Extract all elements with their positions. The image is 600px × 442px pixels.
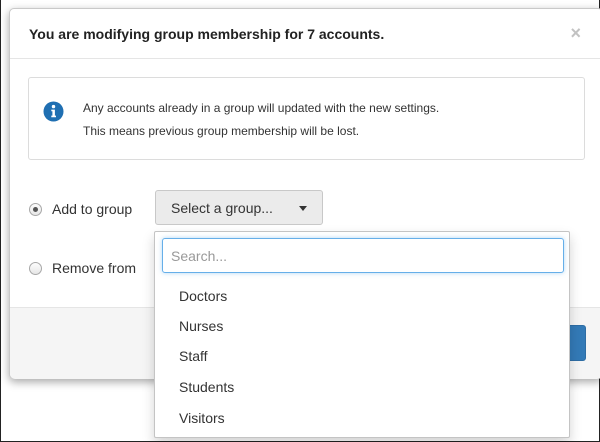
close-icon[interactable]: × [570, 24, 581, 42]
caret-down-icon [299, 206, 307, 211]
remove-from-group-label[interactable]: Remove from [52, 260, 136, 276]
dropdown-item-doctors[interactable]: Doctors [156, 281, 570, 311]
add-to-group-radio[interactable] [29, 203, 42, 216]
info-circle-icon [43, 101, 64, 122]
group-select-label: Select a group... [171, 200, 273, 216]
add-to-group-label[interactable]: Add to group [52, 201, 132, 217]
group-dropdown-menu: Doctors Nurses Staff Students Visitors [154, 231, 570, 438]
dropdown-item-nurses[interactable]: Nurses [156, 311, 570, 341]
alert-text-line-1: Any accounts already in a group will upd… [83, 101, 440, 115]
dropdown-item-visitors[interactable]: Visitors [156, 403, 570, 433]
group-select-button[interactable]: Select a group... [155, 190, 323, 225]
info-alert: Any accounts already in a group will upd… [28, 77, 585, 160]
modal-header: You are modifying group membership for 7… [10, 9, 600, 59]
alert-text-line-2: This means previous group membership wil… [83, 124, 360, 138]
group-search-input[interactable] [162, 238, 564, 273]
dropdown-item-staff[interactable]: Staff [156, 341, 570, 371]
modal-title: You are modifying group membership for 7… [29, 26, 385, 42]
remove-from-group-radio[interactable] [29, 262, 42, 275]
dropdown-item-students[interactable]: Students [156, 372, 570, 402]
